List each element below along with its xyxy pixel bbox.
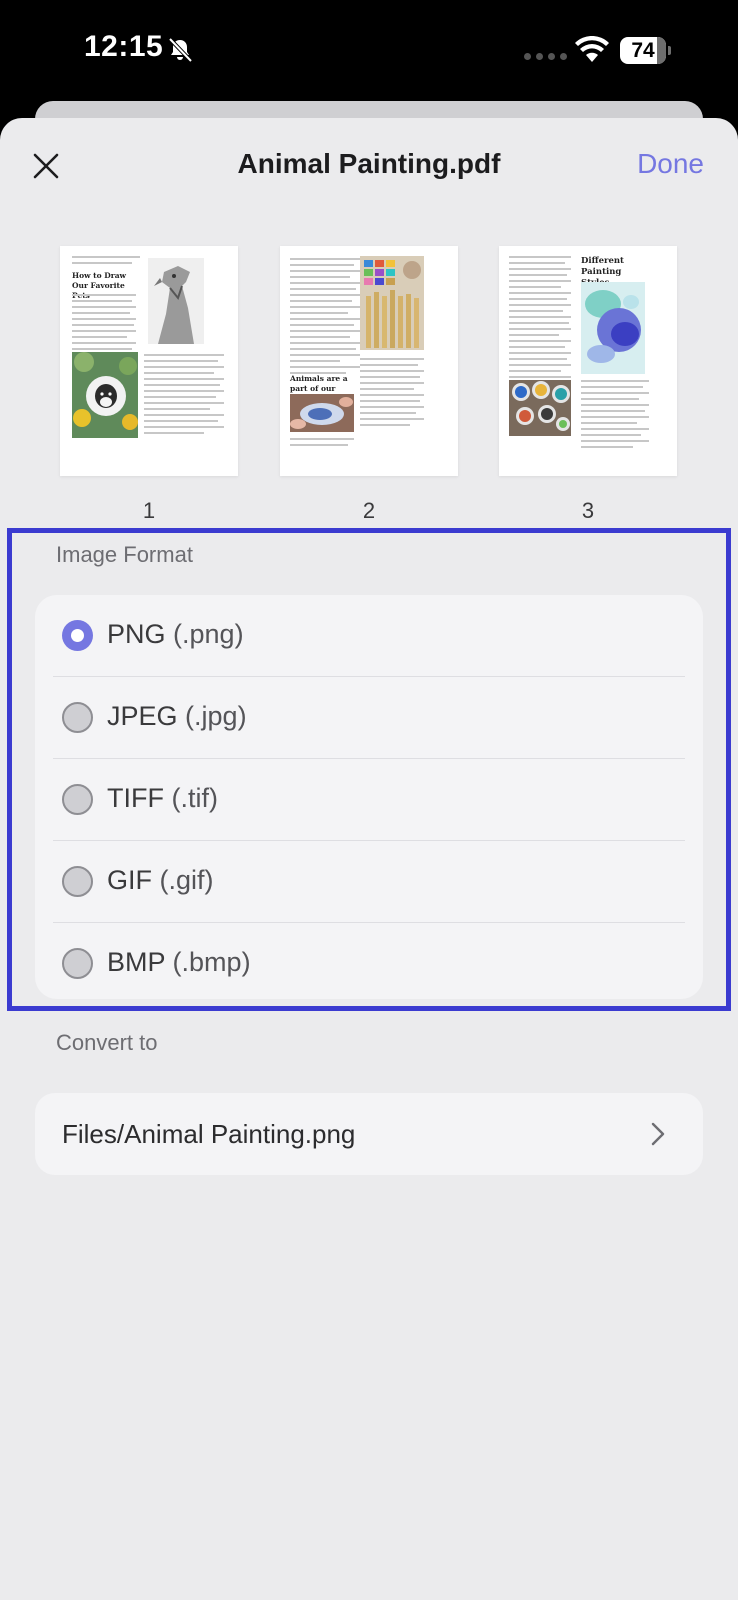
radio-unselected-icon[interactable] xyxy=(62,948,93,979)
image-format-options: PNG (.png) JPEG (.jpg) TIFF (.tif) GIF (… xyxy=(35,595,703,999)
format-name: GIF xyxy=(107,865,152,895)
convert-destination-path: Files/Animal Painting.png xyxy=(62,1119,356,1149)
format-option-jpeg[interactable]: JPEG (.jpg) xyxy=(35,677,703,758)
status-bar: 12:15 74 xyxy=(0,0,738,100)
paint-brushes-image xyxy=(360,256,424,350)
battery-icon: 74 xyxy=(620,37,672,64)
image-format-label: Image Format xyxy=(56,542,193,567)
bell-slash-icon xyxy=(168,37,193,63)
format-extension: (.bmp) xyxy=(172,947,251,977)
page-number-1: 1 xyxy=(142,498,156,523)
page-title: Animal Painting.pdf xyxy=(237,148,501,179)
dog-portrait-image xyxy=(72,352,138,438)
chevron-right-icon xyxy=(651,1122,665,1146)
done-button[interactable]: Done xyxy=(637,148,704,180)
cellular-icon xyxy=(524,53,567,60)
painting-hands-image xyxy=(290,394,354,432)
format-name: TIFF xyxy=(107,783,164,813)
format-extension: (.jpg) xyxy=(185,701,247,731)
radio-selected-icon[interactable] xyxy=(62,620,93,651)
format-name: JPEG xyxy=(107,701,178,731)
watercolor-image xyxy=(581,282,645,374)
page-number-3: 3 xyxy=(581,498,595,523)
format-name: PNG xyxy=(107,619,166,649)
format-option-gif[interactable]: GIF (.gif) xyxy=(35,841,703,922)
format-extension: (.gif) xyxy=(159,865,214,895)
page-thumbnail-3[interactable]: Different Painting Styles xyxy=(499,246,677,476)
battery-level: 74 xyxy=(631,39,655,62)
format-option-bmp[interactable]: BMP (.bmp) xyxy=(35,923,703,1004)
convert-destination-row[interactable]: Files/Animal Painting.png xyxy=(35,1093,703,1175)
format-extension: (.tif) xyxy=(171,783,219,813)
format-name: BMP xyxy=(107,947,166,977)
export-sheet: Animal Painting.pdf Done How to Draw Our… xyxy=(0,118,738,1600)
page-thumbnail-1[interactable]: How to Draw Our Favorite Pets xyxy=(60,246,238,476)
convert-to-label: Convert to xyxy=(56,1030,158,1055)
wifi-icon xyxy=(575,36,609,62)
radio-unselected-icon[interactable] xyxy=(62,784,93,815)
status-time: 12:15 xyxy=(84,30,164,63)
paint-cups-image xyxy=(509,380,571,436)
page-thumbnail-2[interactable]: Animals are a part of our daily life xyxy=(280,246,458,476)
radio-unselected-icon[interactable] xyxy=(62,702,93,733)
format-option-png[interactable]: PNG (.png) xyxy=(35,595,703,676)
format-extension: (.png) xyxy=(173,619,244,649)
radio-unselected-icon[interactable] xyxy=(62,866,93,897)
dog-sketch-image xyxy=(148,258,204,344)
page-number-2: 2 xyxy=(362,498,376,523)
format-option-tiff[interactable]: TIFF (.tif) xyxy=(35,759,703,840)
